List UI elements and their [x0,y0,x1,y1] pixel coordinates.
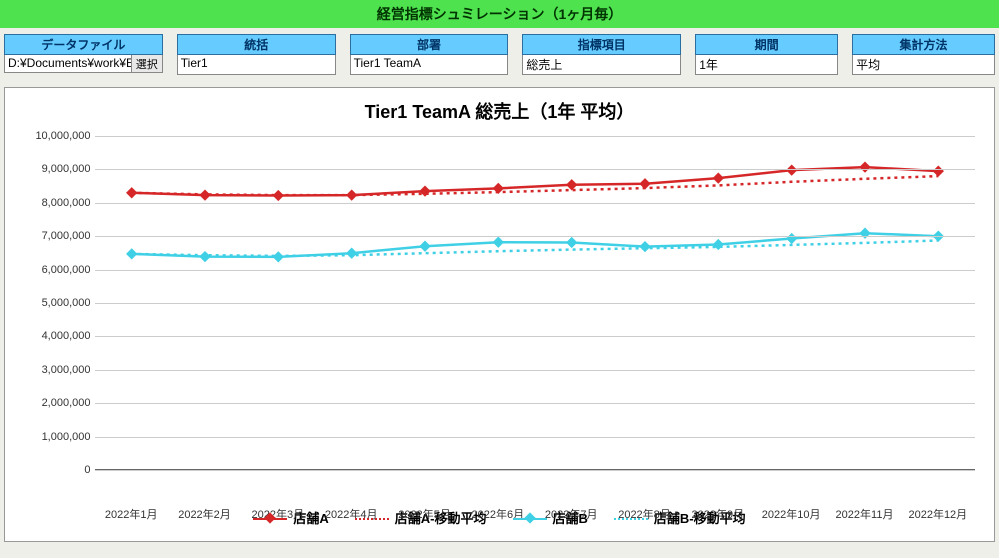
series-marker [566,179,577,190]
x-tick-label: 2022年2月 [178,506,231,522]
y-tick-label: 0 [15,464,91,476]
page-title: 経営指標シュミレーション（1ヶ月毎） [0,0,999,28]
x-tick-label: 2022年10月 [762,506,821,522]
y-tick-label: 10,000,000 [15,130,91,142]
filter-summary-value[interactable]: Tier1 [177,55,336,75]
chart-title: Tier1 TeamA 総売上（1年 平均） [5,88,994,130]
filter-summary: 統括 Tier1 [177,34,336,75]
y-tick-label: 7,000,000 [15,230,91,242]
filter-summary-label: 統括 [177,34,336,55]
x-tick-label: 2022年1月 [105,506,158,522]
grid-line [95,303,975,304]
x-tick-label: 2022年5月 [398,506,451,522]
grid-line [95,403,975,404]
filter-datafile: データファイル D:¥Documents¥work¥E 選択 [4,34,163,75]
filter-period: 期間 1年 [695,34,838,75]
y-tick-label: 1,000,000 [15,431,91,443]
series-marker [859,161,870,172]
grid-line [95,203,975,204]
grid-line [95,236,975,237]
filter-period-label: 期間 [695,34,838,55]
series-marker [346,189,357,200]
filter-agg: 集計方法 平均 [852,34,995,75]
x-tick-label: 2022年11月 [836,506,894,522]
series-marker [712,172,723,183]
grid-line [95,470,975,471]
x-tick-label: 2022年7月 [545,506,598,522]
series-marker [492,237,503,248]
filter-datafile-label: データファイル [4,34,163,55]
grid-line [95,370,975,371]
y-tick-label: 5,000,000 [15,297,91,309]
filter-metric: 指標項目 総売上 [522,34,681,75]
filter-period-value[interactable]: 1年 [695,55,838,75]
grid-line [95,169,975,170]
legend-swatch-dotted-cyan [614,511,648,525]
x-tick-label: 2022年12月 [908,506,967,522]
grid-line [95,437,975,438]
series-marker [126,187,137,198]
series-marker [566,237,577,248]
filter-dept-value[interactable]: Tier1 TeamA [350,55,509,75]
series-line [131,167,938,195]
series-marker [199,251,210,262]
plot-area [95,136,975,470]
series-marker [639,241,650,252]
filter-metric-label: 指標項目 [522,34,681,55]
series-marker [126,248,137,259]
legend-swatch-solid-cyan [513,511,547,525]
y-tick-label: 2,000,000 [15,397,91,409]
grid-line [95,136,975,137]
chart-panel: Tier1 TeamA 総売上（1年 平均） 0 1,000,000 2,000,0… [4,87,995,542]
series-marker [932,165,943,176]
filter-metric-value[interactable]: 総売上 [522,55,681,75]
y-tick-label: 3,000,000 [15,364,91,376]
legend-swatch-dotted-red [355,511,389,525]
chart-plot: 0 1,000,000 2,000,000 3,000,000 4,000,000 5,0… [15,130,985,500]
filter-bar: データファイル D:¥Documents¥work¥E 選択 統括 Tier1 … [0,28,999,83]
grid-line [95,270,975,271]
x-tick-label: 2022年9月 [692,506,745,522]
legend-swatch-solid-red [253,511,287,525]
y-tick-label: 9,000,000 [15,163,91,175]
filter-agg-label: 集計方法 [852,34,995,55]
series-marker [786,233,797,244]
filter-agg-value[interactable]: 平均 [852,55,995,75]
y-tick-label: 6,000,000 [15,264,91,276]
filter-dept: 部署 Tier1 TeamA [350,34,509,75]
y-tick-label: 4,000,000 [15,330,91,342]
y-tick-label: 8,000,000 [15,197,91,209]
select-file-button[interactable]: 選択 [132,55,163,73]
grid-line [95,336,975,337]
filter-datafile-value[interactable]: D:¥Documents¥work¥E [4,55,132,73]
series-marker [346,248,357,259]
series-marker [712,239,723,250]
series-marker [419,241,430,252]
filter-dept-label: 部署 [350,34,509,55]
